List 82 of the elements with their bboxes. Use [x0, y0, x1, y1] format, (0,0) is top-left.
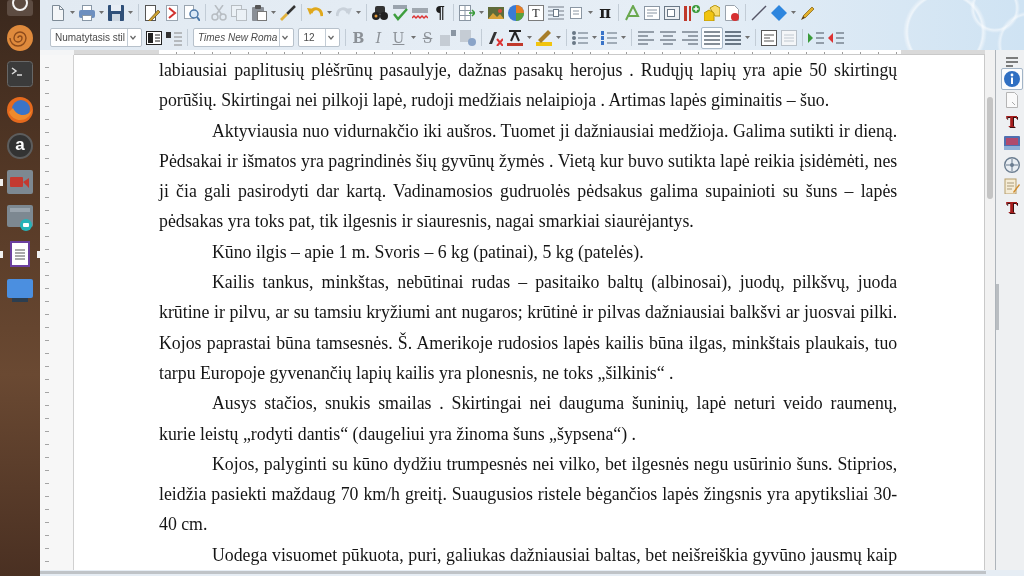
paragraph: Aktyviausia nuo vidurnakčio iki aušros. Tuomet ji dažniausiai medžioja. Galima sutikti ir dieną. Pėdsakai ir išmatos yra pagrindinės šių gyvūnų žymės . Vietą kur buvo sutikta lapė reikia įsidėmėti, nes ji čia gali pasirodyti dar kartą. Vadinamosios gudruolės pėdsakus galima supainioti su šuns – lapės pėdsakas yra toks pat, tik ilgesnis ir siauresnis, nagai smarkiai siaurėjantys. — [159, 119, 898, 234]
video-camera-icon[interactable] — [7, 169, 33, 195]
paste-icon[interactable] — [251, 4, 267, 21]
dropdown-arrow-icon[interactable] — [555, 36, 561, 39]
image-icon[interactable] — [488, 4, 504, 21]
increase-indent-icon[interactable] — [807, 29, 824, 46]
dropdown-arrow-icon[interactable] — [327, 11, 332, 14]
font-size-dropdown[interactable]: 12 — [298, 28, 340, 47]
dropdown-arrow-icon[interactable] — [744, 36, 750, 39]
diamond-icon[interactable] — [771, 4, 787, 21]
dropdown-arrow-icon[interactable] — [588, 11, 593, 14]
launcher-button[interactable]: a — [7, 133, 33, 159]
line-spacing-icon[interactable] — [724, 29, 741, 46]
edit-document-icon[interactable] — [144, 4, 160, 21]
sidebar-tab[interactable]: T — [1000, 111, 1023, 133]
clear-formatting-icon[interactable] — [486, 29, 503, 46]
sidebar-menu-icon[interactable] — [1005, 56, 1018, 68]
numbered-list-icon[interactable] — [600, 29, 617, 46]
paragraph: Kojos, palyginti su kūno dydžiu trumpesnės nei vilko, bet ilgesnės negu usūrinio šuns. Stiprios, leidžia pasiekti maždaug 70 km/h greitį. Suaugusios ristele bėgančios lapės žingsnis yra apytiksliai 30-40 cm. — [159, 452, 898, 537]
paragraph: Ausys stačios, snukis smailas . Skirtingai nei dauguma šuninių, lapė neturi veido raumenų, kurie leistų „rodyti dantis“ (daugeliui yra žinoma šuns „šypsena“) . — [159, 392, 898, 446]
spellcheck-icon[interactable] — [392, 4, 408, 21]
insert-icon[interactable] — [684, 4, 700, 21]
dropdown-arrow-icon[interactable] — [70, 11, 75, 14]
pencil-icon[interactable] — [800, 4, 816, 21]
dropdown-arrow-icon[interactable] — [410, 36, 416, 39]
browser-icon[interactable] — [7, 97, 33, 123]
table-icon[interactable] — [459, 4, 475, 21]
superscript-icon[interactable] — [439, 29, 456, 46]
paragraph-box-icon[interactable] — [760, 29, 777, 46]
binoculars-icon[interactable] — [372, 4, 388, 21]
splitter-handle[interactable] — [996, 284, 999, 330]
document-icon[interactable] — [724, 4, 740, 21]
terminal-icon[interactable] — [7, 61, 33, 87]
paragraph-style-dropdown[interactable]: Numatytasis stil — [50, 28, 142, 47]
small-document-icon[interactable] — [568, 4, 584, 21]
paragraph-style-icon[interactable] — [166, 29, 182, 46]
highlighter-icon[interactable] — [535, 29, 552, 46]
styles-icon[interactable] — [146, 29, 162, 46]
dropdown-arrow-icon[interactable] — [271, 11, 276, 14]
paintbrush-icon[interactable] — [280, 4, 296, 21]
paragraph: labiausiai paplitusių plėšrūnų pasaulyje, dažnas pasakų herojus . Rudųjų lapių yra apie 50 skirtingų porūšių. Skirtingai nei pilkoji lapė, rudoji medžiais nelaipioja . Artimas lapės giminaitis – šuo. — [159, 59, 898, 113]
monitor-icon[interactable] — [7, 277, 33, 303]
formula-button[interactable]: π — [596, 2, 614, 23]
font-name-dropdown[interactable]: Times New Roma — [193, 28, 295, 47]
text-document-icon[interactable] — [7, 241, 33, 267]
formatting-marks-button[interactable]: ¶ — [431, 2, 449, 23]
shapes-icon[interactable] — [704, 4, 720, 21]
spiral-icon[interactable] — [7, 25, 33, 51]
line-icon[interactable] — [751, 4, 767, 21]
horizontal-scrollbar[interactable] — [40, 571, 986, 574]
dropdown-arrow-icon[interactable] — [791, 11, 796, 14]
screenshot-icon[interactable] — [7, 205, 33, 231]
dropdown-arrow-icon[interactable] — [526, 36, 532, 39]
dropdown-arrow-icon[interactable] — [356, 11, 361, 14]
pdf-document-icon[interactable] — [164, 4, 180, 21]
caret-icon[interactable] — [127, 29, 139, 46]
dropdown-arrow-icon[interactable] — [128, 11, 133, 14]
square-circle-icon[interactable] — [459, 29, 476, 46]
paragraph: Kūno ilgis – apie 1 m. Svoris – 6 kg (patinai), 5 kg (patelės). — [211, 240, 645, 264]
launcher-home-icon[interactable] — [7, 0, 33, 16]
bulleted-list-icon[interactable] — [571, 29, 588, 46]
print-preview-icon[interactable] — [184, 4, 200, 21]
dropdown-arrow-icon[interactable] — [620, 36, 626, 39]
paragraph: Uodega visuomet pūkuota, puri, galiukas dažniausiai baltas, bet neišreiškia gyvūno jausmų kaip — [211, 543, 898, 567]
frame-icon[interactable] — [664, 4, 680, 21]
dropdown-arrow-icon[interactable] — [479, 11, 484, 14]
vertical-scrollbar[interactable] — [985, 50, 995, 570]
printer-icon[interactable] — [79, 4, 95, 21]
sidebar-tab[interactable]: T — [1000, 197, 1023, 219]
decrease-indent-icon[interactable] — [827, 29, 844, 46]
paragraph: Kailis tankus, minkštas, nebūtinai rudas – pasitaiko baltų (albinosai), juodų, pilkšvų, juoda krūtine ir pilvu, ar su tamsiu kryžiumi ant nugaros; krūtinė ir pilvas dažniausiai balkšvi ar juosvai pilki. Kojos paprastai būna tamsesnės. Š. Amerikoje rudosios lapės kailis būna ilgas, minkštais plaukais, tuo tarpu Europoje gyvenančių lapių kailis yra plonesnis, ne toks „šilkinis“ . — [159, 271, 898, 385]
font-color-icon[interactable] — [506, 29, 523, 46]
caret-icon[interactable] — [324, 29, 337, 46]
horizontal-lines-icon[interactable] — [548, 4, 564, 21]
save-icon[interactable] — [108, 4, 124, 21]
pie-chart-icon[interactable] — [508, 4, 524, 21]
dropdown-arrow-icon[interactable] — [591, 36, 597, 39]
text-box-button[interactable]: T — [528, 4, 544, 21]
dropdown-arrow-icon[interactable] — [99, 11, 104, 14]
new-document-icon[interactable] — [50, 4, 66, 21]
scrollbar-thumb[interactable] — [987, 97, 993, 199]
form-icon[interactable] — [644, 4, 660, 21]
